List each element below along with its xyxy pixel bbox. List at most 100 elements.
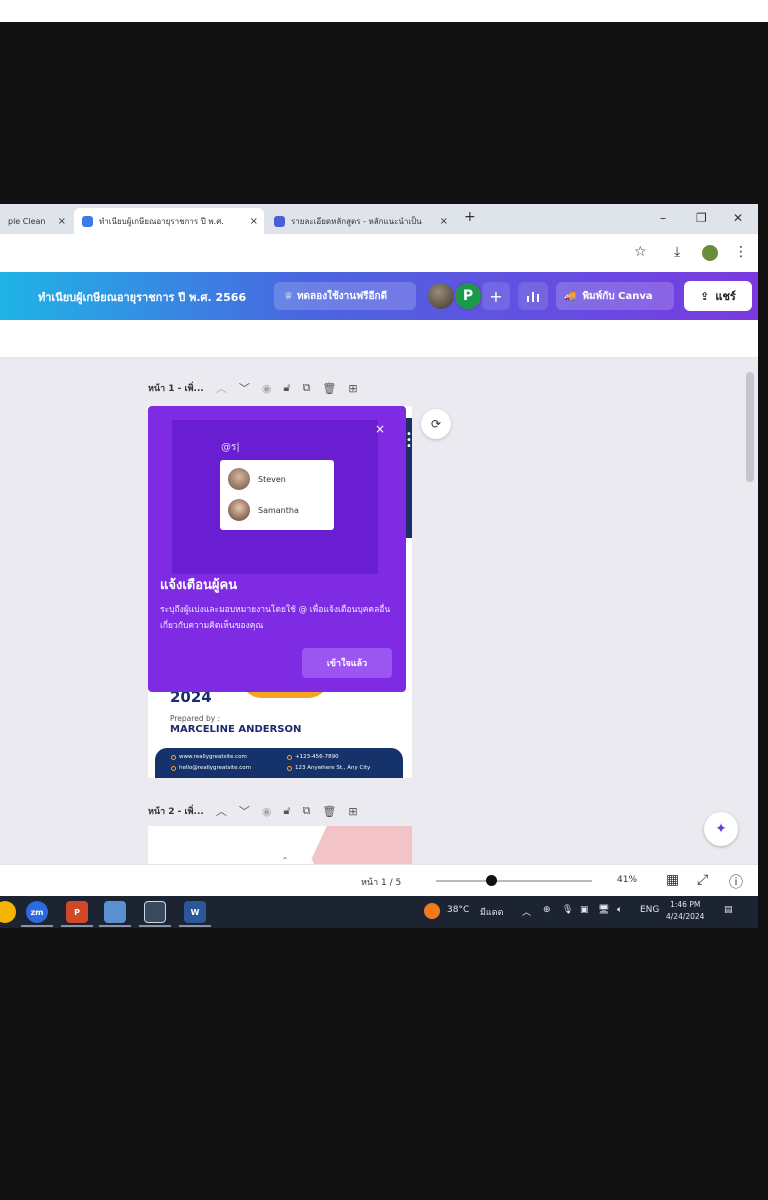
- share-button[interactable]: ⇪ แชร์: [684, 281, 752, 311]
- grid-view-icon[interactable]: ▦: [666, 872, 679, 888]
- zoom-app-icon[interactable]: zm: [26, 901, 48, 923]
- close-icon[interactable]: ×: [440, 216, 448, 227]
- document-title[interactable]: ทำเนียบผู้เกษียณอายุราชการ ปี พ.ศ. 2566: [38, 288, 246, 306]
- network-icon[interactable]: 🖥︎: [598, 905, 609, 915]
- volume-icon[interactable]: 🔈︎: [617, 905, 622, 915]
- contact-email: hello@reallygreatsite.com: [171, 765, 251, 771]
- editor-toolbar: [0, 320, 758, 358]
- eye-icon[interactable]: ◉: [262, 805, 272, 818]
- contact-bar[interactable]: www.reallygreatsite.com +123-456-7890 he…: [155, 748, 403, 778]
- tab-google-clean[interactable]: ple Clean ×: [0, 208, 72, 234]
- mention-name: Samantha: [258, 505, 299, 515]
- system-clock[interactable]: 1:46 PM 4/24/2024: [666, 899, 704, 923]
- analytics-icon[interactable]: [518, 282, 548, 310]
- mention-input: @ร|: [221, 442, 240, 453]
- close-icon[interactable]: ×: [375, 422, 385, 436]
- more-menu-icon[interactable]: ⋮: [734, 244, 748, 260]
- avatar-letter[interactable]: P: [453, 281, 483, 311]
- zoom-slider[interactable]: [436, 880, 592, 882]
- lock-icon[interactable]: 🔓︎: [283, 804, 290, 818]
- page-2-label[interactable]: หน้า 2 - เพิ่...: [148, 804, 204, 818]
- magic-assistant-icon[interactable]: ✦: [704, 812, 738, 846]
- popup-title: แจ้งเตือนผู้คน: [160, 578, 238, 593]
- tab-label: ple Clean: [8, 216, 46, 226]
- contact-phone: +123-456-7890: [287, 754, 339, 760]
- download-icon[interactable]: ⤓: [674, 244, 680, 260]
- free-trial-button[interactable]: ♕ ทดลองใช้งานฟรีอีกดี: [274, 282, 416, 310]
- temperature[interactable]: 38°C: [447, 905, 469, 915]
- chevron-up-icon[interactable]: ︿: [216, 380, 227, 396]
- new-tab-button[interactable]: +: [464, 209, 476, 225]
- got-it-button[interactable]: เข้าใจแล้ว: [302, 648, 392, 678]
- powerpoint-icon[interactable]: P: [66, 901, 88, 923]
- add-collaborator-button[interactable]: +: [482, 282, 510, 310]
- taskbar-indicator: [179, 925, 211, 927]
- notification-icon[interactable]: ▤: [724, 905, 733, 915]
- weather-icon[interactable]: [424, 903, 440, 919]
- page-indicator[interactable]: หน้า 1 / 5: [361, 875, 401, 889]
- collapse-pages-button[interactable]: ⌃: [256, 856, 314, 864]
- tray-app-icon[interactable]: ⊕: [543, 905, 551, 915]
- address-bar-row: ☆ ⤓ ⋮: [0, 234, 758, 272]
- editor-footer: หน้า 1 / 5 41% ▦ ⤢ ⓘ: [0, 864, 758, 896]
- zoom-slider-handle[interactable]: [485, 875, 497, 886]
- profile-icon[interactable]: [702, 245, 718, 261]
- site-favicon-icon: [274, 215, 285, 227]
- eye-icon[interactable]: ◉: [262, 382, 272, 395]
- weather-condition[interactable]: มีแดด: [480, 905, 503, 919]
- vertical-scrollbar[interactable]: [746, 372, 754, 482]
- microphone-icon[interactable]: 🎙︎: [562, 905, 573, 915]
- close-icon[interactable]: ×: [58, 216, 66, 227]
- photos-icon[interactable]: [144, 901, 166, 923]
- more-options-icon[interactable]: • • •: [406, 430, 412, 452]
- word-icon[interactable]: W: [184, 901, 206, 923]
- avatar[interactable]: [428, 283, 454, 309]
- phone-icon: [287, 754, 292, 760]
- minimize-button[interactable]: –: [660, 211, 666, 225]
- popup-illustration: @ร| Steven Samantha: [172, 420, 378, 574]
- contact-text: +123-456-7890: [295, 754, 339, 760]
- mention-tip-popup: @ร| Steven Samantha × แจ้งเตือนผู้คน ระบ…: [148, 406, 406, 692]
- file-manager-icon[interactable]: [104, 901, 126, 923]
- mention-suggestions: Steven Samantha: [220, 460, 334, 530]
- tab-course-details[interactable]: รายละเอียดหลักสูตร - หลักแนะนำเป็น ×: [266, 208, 454, 234]
- popup-body: ระบุถึงผู้แบ่งและมอบหมายงานโดยใช้ @ เพื่…: [160, 605, 391, 631]
- duplicate-icon[interactable]: ⧉: [303, 804, 311, 818]
- taskbar-indicator: [61, 925, 93, 927]
- tab-canva-document[interactable]: ทำเนียบผู้เกษียณอายุราชการ ปี พ.ศ. ×: [74, 208, 264, 234]
- language-indicator[interactable]: ENG: [640, 905, 659, 915]
- chevron-up-icon[interactable]: ︿: [216, 803, 227, 819]
- bookmark-star-icon[interactable]: ☆: [634, 244, 647, 260]
- chevron-down-icon[interactable]: ﹀: [239, 380, 250, 396]
- prepared-by-label[interactable]: Prepared by :: [170, 714, 220, 723]
- add-page-icon[interactable]: ⊞: [348, 382, 357, 395]
- lock-icon[interactable]: 🔓︎: [283, 381, 290, 395]
- chevron-down-icon[interactable]: ﹀: [239, 803, 250, 819]
- mention-item: Steven: [228, 466, 286, 492]
- author-name[interactable]: MARCELINE ANDERSON: [170, 724, 301, 735]
- add-page-icon[interactable]: ⊞: [348, 805, 357, 818]
- page-1-label[interactable]: หน้า 1 - เพิ่...: [148, 381, 204, 395]
- help-icon[interactable]: ⓘ: [729, 872, 743, 892]
- zoom-level[interactable]: 41%: [617, 875, 637, 885]
- trash-icon[interactable]: 🗑︎: [322, 805, 336, 818]
- close-window-button[interactable]: ✕: [733, 211, 743, 225]
- avatar: [228, 468, 250, 490]
- camera-icon[interactable]: ▣: [580, 905, 589, 915]
- duplicate-icon[interactable]: ⧉: [303, 381, 311, 395]
- close-icon[interactable]: ×: [250, 216, 258, 227]
- mention-item: Samantha: [228, 497, 299, 523]
- refresh-comment-icon[interactable]: ⟳: [421, 409, 451, 439]
- trial-label: ทดลองใช้งานฟรีอีกดี: [296, 290, 388, 302]
- restore-button[interactable]: ❐: [696, 211, 707, 225]
- taskbar-indicator: [139, 925, 171, 927]
- contact-text: hello@reallygreatsite.com: [179, 765, 251, 771]
- canva-header: ทำเนียบผู้เกษียณอายุราชการ ปี พ.ศ. 2566 …: [0, 272, 758, 320]
- fullscreen-icon[interactable]: ⤢: [697, 872, 708, 888]
- print-with-canva-button[interactable]: 🚚 พิมพ์กับ Canva: [556, 282, 674, 310]
- trash-icon[interactable]: 🗑︎: [322, 382, 336, 395]
- tab-label: ทำเนียบผู้เกษียณอายุราชการ ปี พ.ศ.: [99, 216, 224, 226]
- chrome-icon[interactable]: [0, 901, 16, 923]
- tray-chevron-icon[interactable]: ︿: [522, 905, 531, 918]
- contact-website: www.reallygreatsite.com: [171, 754, 247, 760]
